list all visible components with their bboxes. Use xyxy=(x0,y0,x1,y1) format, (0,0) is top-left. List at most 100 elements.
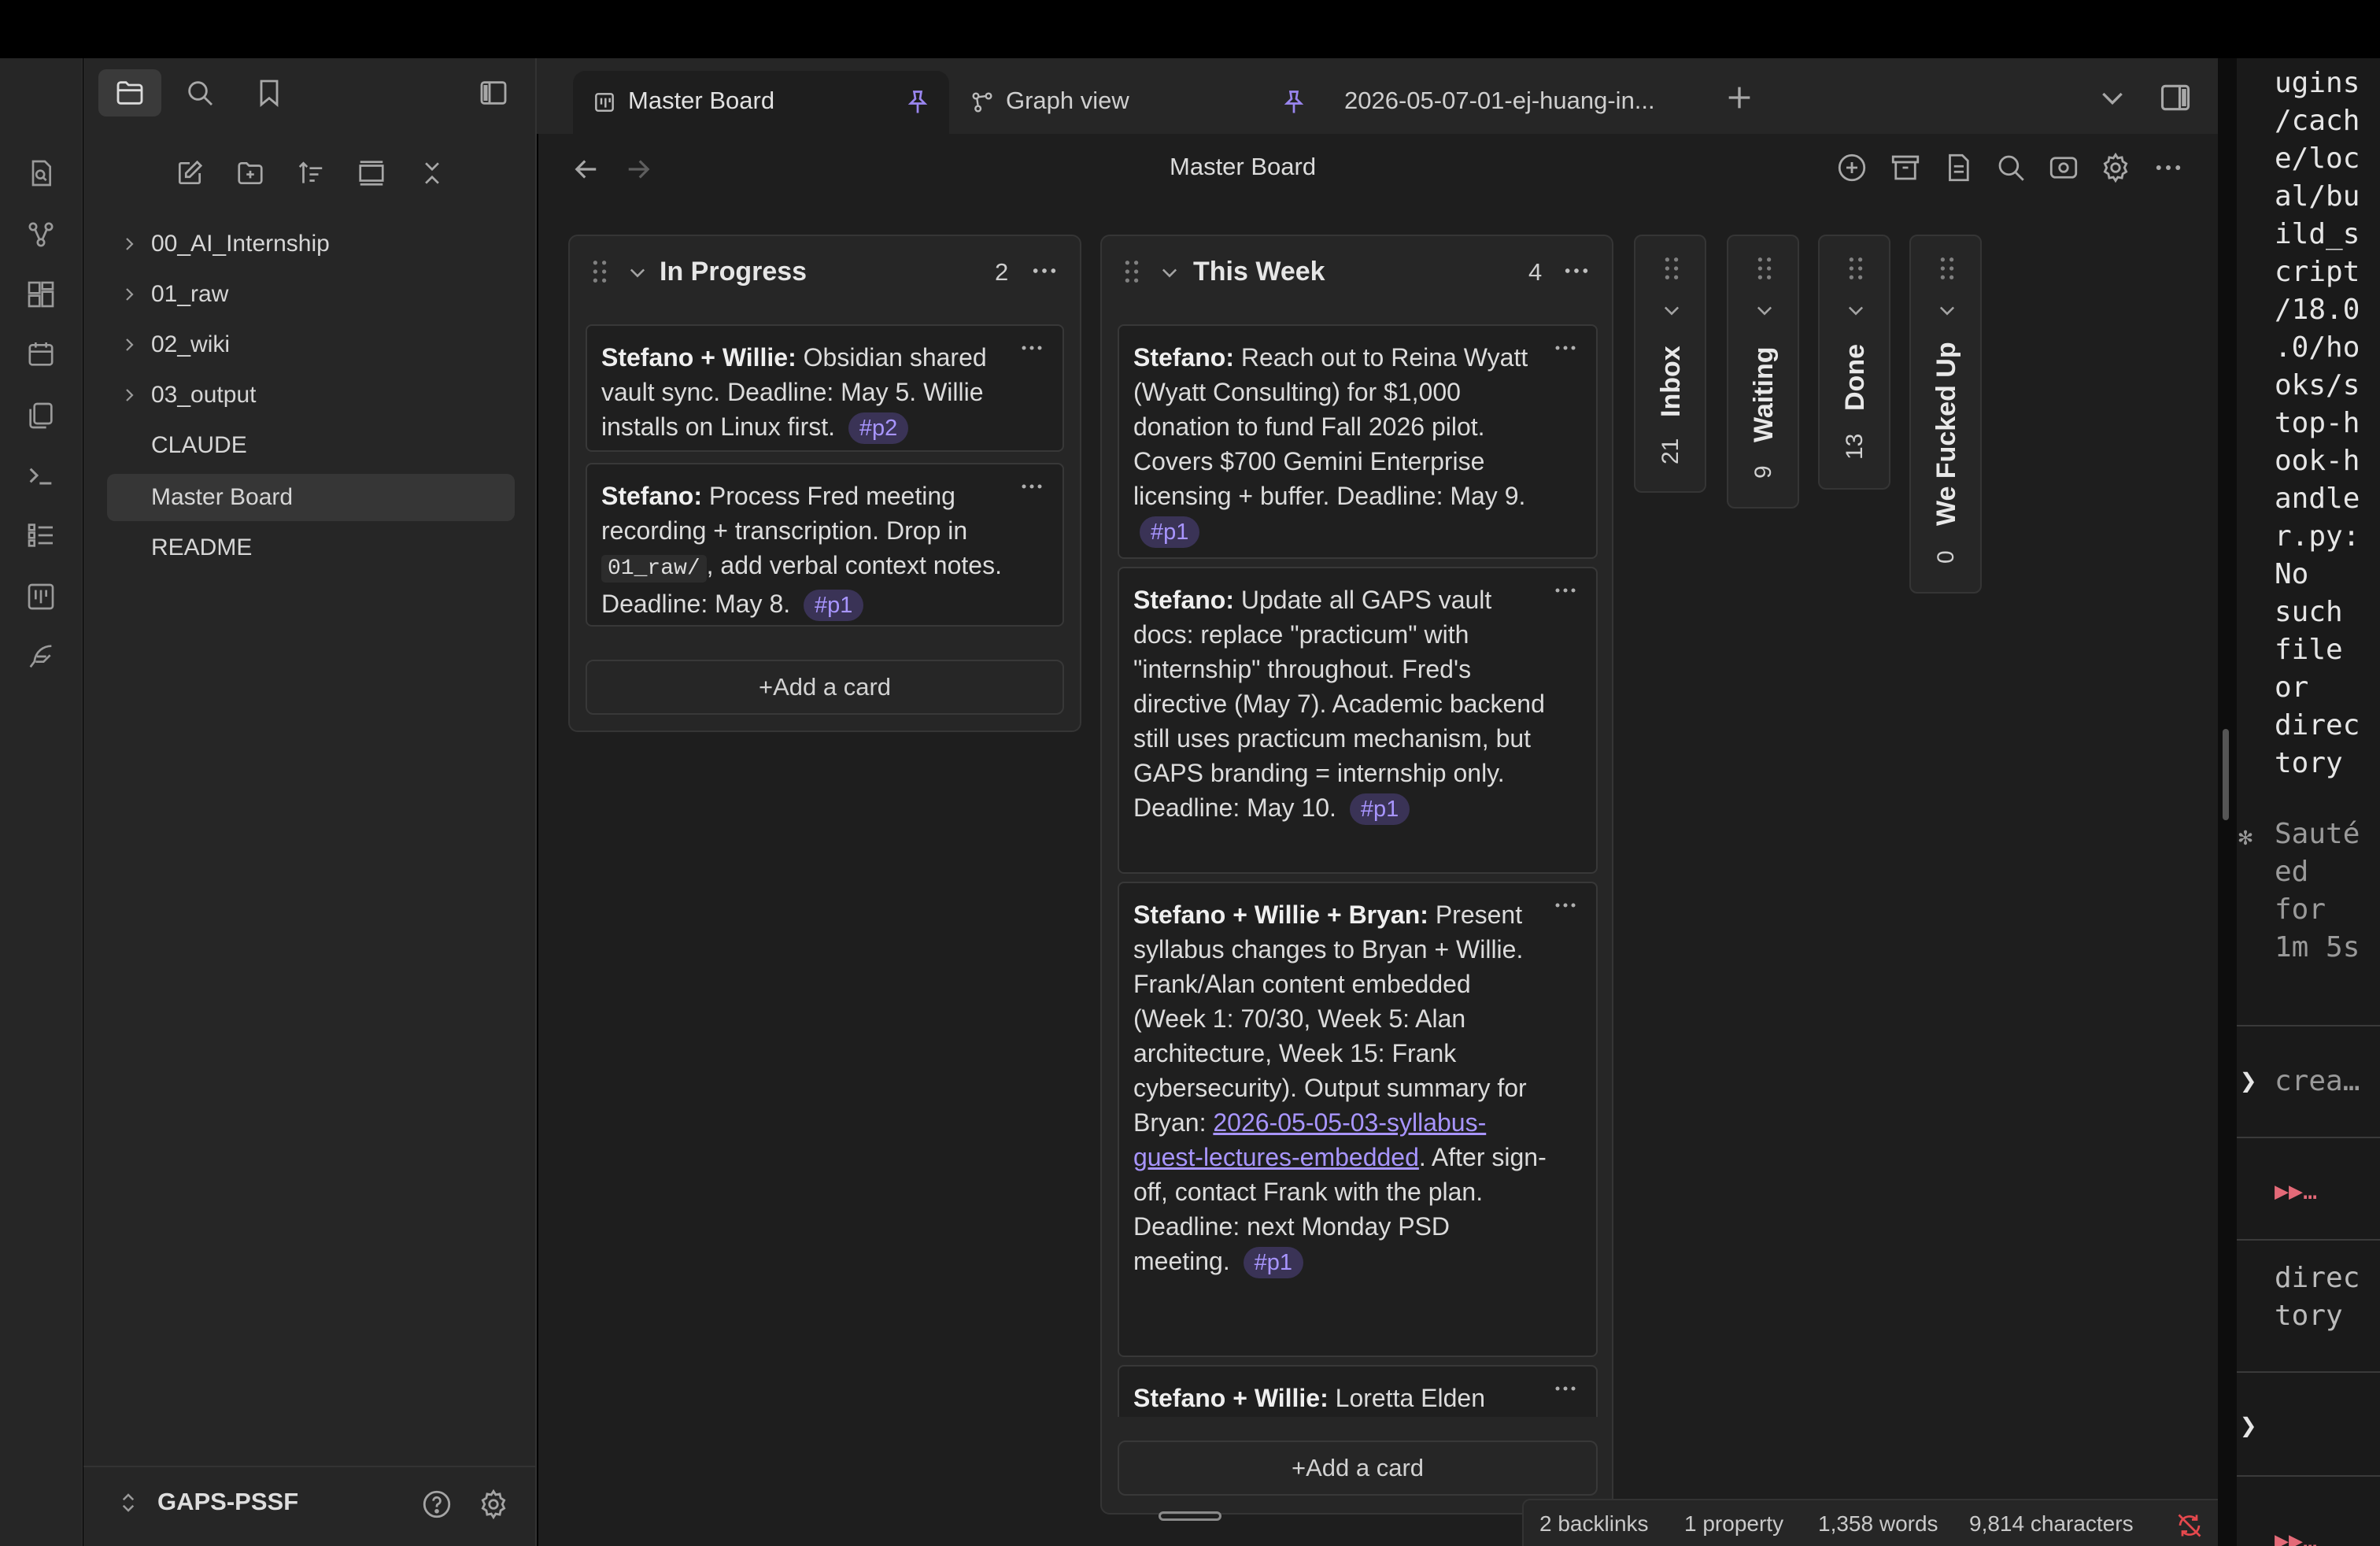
tree-folder-02-wiki[interactable]: 02_wiki xyxy=(107,321,515,368)
kanban-card[interactable]: Stefano + Willie + Bryan: Present syllab… xyxy=(1118,882,1598,1357)
feather-icon[interactable] xyxy=(25,641,57,672)
card-menu-icon[interactable] xyxy=(1020,480,1048,496)
drag-handle-icon[interactable] xyxy=(592,260,608,283)
pin-icon[interactable] xyxy=(904,88,932,117)
drag-handle-icon[interactable] xyxy=(1848,257,1864,280)
search-icon[interactable] xyxy=(168,69,231,117)
priority-tag[interactable]: #p1 xyxy=(804,590,864,621)
priority-tag[interactable]: #p1 xyxy=(1140,516,1200,548)
kanban-card[interactable]: Stefano + Willie: Obsidian shared vault … xyxy=(586,324,1064,452)
tab-list-chevron-down-icon[interactable] xyxy=(2097,82,2128,113)
expand-lane-chevron-icon[interactable] xyxy=(1754,299,1776,321)
card-menu-icon[interactable] xyxy=(1554,1382,1582,1398)
tab-note[interactable]: 2026-05-07-01-ej-huang-in... xyxy=(1322,71,1700,134)
terminal-prompt-text[interactable]: crea… xyxy=(2275,1063,2360,1100)
chevron-right-icon xyxy=(120,335,139,354)
view-mode-icon[interactable] xyxy=(2047,151,2080,184)
new-folder-icon[interactable] xyxy=(230,153,271,194)
collapse-lane-chevron-icon[interactable] xyxy=(1159,261,1181,283)
expand-lane-chevron-icon[interactable] xyxy=(1936,299,1958,321)
status-properties[interactable]: 1 property xyxy=(1684,1511,1783,1537)
terminal-icon[interactable] xyxy=(25,460,57,491)
tree-file-claude[interactable]: CLAUDE xyxy=(107,422,515,469)
kanban-card[interactable]: Stefano + Willie: Loretta Elden meeting,… xyxy=(1118,1365,1598,1417)
chevron-right-icon xyxy=(120,235,139,253)
card-menu-icon[interactable] xyxy=(1554,584,1582,600)
lane-menu-icon[interactable] xyxy=(1563,263,1590,279)
priority-tag[interactable]: #p2 xyxy=(848,412,909,444)
lane-title[interactable]: In Progress xyxy=(660,257,807,287)
bookmark-icon[interactable] xyxy=(238,69,301,117)
lane-inbox-collapsed[interactable]: Inbox 21 xyxy=(1634,235,1706,493)
lane-we-fucked-up-collapsed[interactable]: We Fucked Up 0 xyxy=(1909,235,1982,594)
graph-icon xyxy=(970,90,995,115)
tab-master-board[interactable]: Master Board xyxy=(573,71,949,134)
expand-lane-chevron-icon[interactable] xyxy=(1661,299,1683,321)
sort-icon[interactable] xyxy=(290,153,331,194)
status-backlinks[interactable]: 2 backlinks xyxy=(1539,1511,1649,1537)
back-arrow-icon[interactable] xyxy=(570,153,603,186)
terminal-output-line: cript xyxy=(2275,256,2360,288)
kanban-board-icon[interactable] xyxy=(25,581,57,612)
card-menu-icon[interactable] xyxy=(1554,899,1582,915)
bottom-resize-handle[interactable] xyxy=(1159,1511,1221,1521)
board-settings-gear-icon[interactable] xyxy=(2099,151,2132,184)
lane-done-collapsed[interactable]: Done 13 xyxy=(1818,235,1890,490)
settings-gear-icon[interactable] xyxy=(477,1488,510,1521)
collapse-sidebar-icon[interactable] xyxy=(462,69,525,117)
canvas-icon[interactable] xyxy=(25,279,57,310)
templates-icon[interactable] xyxy=(25,400,57,431)
new-note-icon[interactable] xyxy=(169,153,210,194)
drag-handle-icon[interactable] xyxy=(1124,260,1140,283)
tree-file-readme[interactable]: README xyxy=(107,524,515,571)
tree-folder-01-raw[interactable]: 01_raw xyxy=(107,271,515,318)
archive-icon[interactable] xyxy=(1889,151,1922,184)
lane-title[interactable]: This Week xyxy=(1193,257,1325,287)
list-icon[interactable] xyxy=(25,520,57,551)
tree-folder-03-output[interactable]: 03_output xyxy=(107,372,515,419)
window-top-strip xyxy=(0,0,2380,58)
lane-waiting-collapsed[interactable]: Waiting 9 xyxy=(1727,235,1799,509)
auto-reveal-icon[interactable] xyxy=(351,153,392,194)
card-menu-icon[interactable] xyxy=(1020,342,1048,357)
graph-view-icon[interactable] xyxy=(25,219,57,250)
add-card-button[interactable]: +Add a card xyxy=(586,660,1064,715)
search-board-icon[interactable] xyxy=(1994,151,2027,184)
vault-name[interactable]: GAPS-PSSF xyxy=(157,1488,298,1516)
terminal-separator xyxy=(2237,1371,2380,1373)
forward-arrow-icon[interactable] xyxy=(622,153,655,186)
help-icon[interactable] xyxy=(420,1488,453,1521)
pin-icon[interactable] xyxy=(1280,88,1308,117)
sync-error-icon[interactable] xyxy=(2175,1511,2204,1540)
kanban-card[interactable]: Stefano: Reach out to Reina Wyatt (Wyatt… xyxy=(1118,324,1598,559)
kanban-card[interactable]: Stefano: Process Fred meeting recording … xyxy=(586,463,1064,627)
expand-lane-chevron-icon[interactable] xyxy=(1845,299,1867,321)
card-menu-icon[interactable] xyxy=(1554,342,1582,357)
tab-graph-view[interactable]: Graph view xyxy=(951,71,1321,134)
more-options-icon[interactable] xyxy=(2152,151,2185,184)
collapse-lane-chevron-icon[interactable] xyxy=(626,261,649,283)
drag-handle-icon[interactable] xyxy=(1757,257,1772,280)
kanban-card[interactable]: Stefano: Update all GAPS vault docs: rep… xyxy=(1118,567,1598,874)
drag-handle-icon[interactable] xyxy=(1664,257,1680,280)
tab-label: Master Board xyxy=(628,87,775,114)
scrollbar-thumb[interactable] xyxy=(2223,729,2229,820)
tree-file-master-board[interactable]: Master Board xyxy=(107,474,515,521)
markdown-view-icon[interactable] xyxy=(1942,151,1975,184)
terminal-separator xyxy=(2237,1239,2380,1241)
files-tab-folder-icon[interactable] xyxy=(98,69,161,117)
right-sidebar-toggle-icon[interactable] xyxy=(2158,80,2193,115)
add-card-button[interactable]: +Add a card xyxy=(1118,1441,1598,1496)
drag-handle-icon[interactable] xyxy=(1939,257,1955,280)
lane-menu-icon[interactable] xyxy=(1031,263,1058,279)
quick-switcher-icon[interactable] xyxy=(25,157,57,189)
priority-tag[interactable]: #p1 xyxy=(1349,793,1410,825)
new-tab-plus-icon[interactable] xyxy=(1724,82,1755,113)
terminal-panel[interactable]: ugins/cach e/loc al/bu ild_s cript/18.0 .0/ho… xyxy=(2237,58,2380,1546)
tree-folder-00-ai-internship[interactable]: 00_AI_Internship xyxy=(107,220,515,268)
collapse-all-icon[interactable] xyxy=(412,153,453,194)
vault-switch-chevron-icon[interactable] xyxy=(116,1491,140,1515)
priority-tag[interactable]: #p1 xyxy=(1243,1247,1304,1278)
add-list-icon[interactable] xyxy=(1835,151,1868,184)
calendar-icon[interactable] xyxy=(25,338,57,370)
